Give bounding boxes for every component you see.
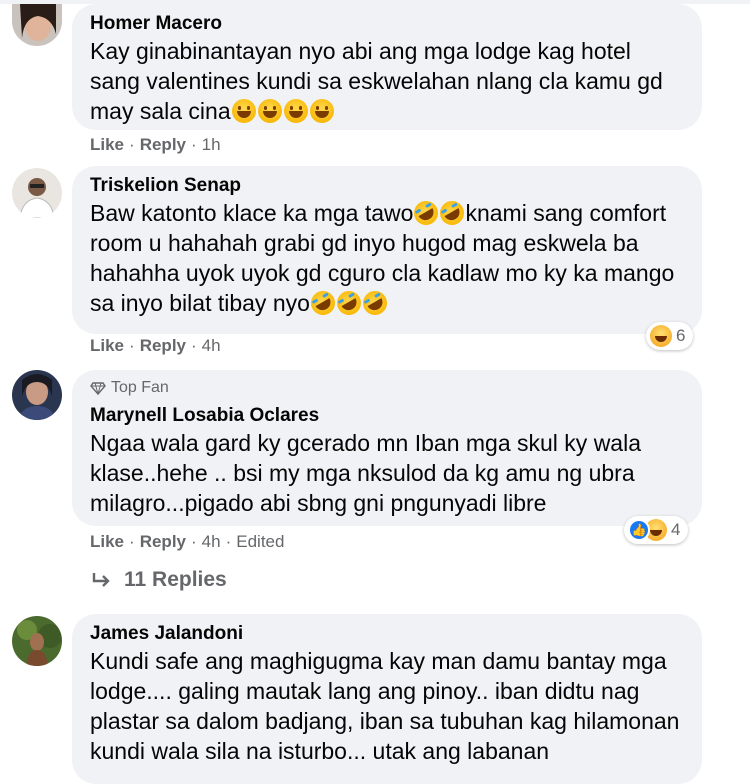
grinning-face-icon <box>283 99 308 123</box>
comment-text: Kundi safe ang maghigugma kay man damu b… <box>90 648 680 764</box>
haha-icon <box>650 325 672 347</box>
avatar[interactable] <box>12 616 62 666</box>
comment-bubble: Homer Macero Kay ginabinantayan nyo abi … <box>72 4 702 130</box>
timestamp[interactable]: 4h <box>202 336 221 356</box>
rolling-laughing-face-icon <box>436 196 469 230</box>
reply-button[interactable]: Reply <box>140 532 186 552</box>
avatar[interactable] <box>12 168 62 218</box>
like-button[interactable]: Like <box>90 135 124 155</box>
reaction-count: 6 <box>676 326 686 345</box>
timestamp[interactable]: 1h <box>202 135 221 155</box>
diamond-icon <box>90 382 106 396</box>
like-button[interactable]: Like <box>90 336 124 356</box>
edited-label[interactable]: Edited <box>236 532 284 552</box>
comment-bubble: Triskelion Senap Baw katonto klace ka mg… <box>72 166 702 334</box>
rolling-laughing-face-icon <box>306 286 340 320</box>
grinning-face-icon <box>309 99 334 123</box>
like-icon: 👍 <box>628 519 650 541</box>
comment-text: Kay ginabinantayan nyo abi ang mga lodge… <box>90 38 663 124</box>
comment-text: Ngaa wala gard ky gcerado mn Iban mga sk… <box>90 430 642 516</box>
comment-actions: Like · Reply · 1h <box>90 135 221 155</box>
grinning-face-icon <box>257 99 282 123</box>
like-button[interactable]: Like <box>90 532 124 552</box>
reply-button[interactable]: Reply <box>140 336 186 356</box>
reply-button[interactable]: Reply <box>140 135 186 155</box>
author-name[interactable]: Marynell Losabia Oclares <box>90 404 684 428</box>
comment-actions: Like · Reply · 4h <box>90 336 221 356</box>
timestamp[interactable]: 4h <box>202 532 221 552</box>
comment-text: Baw katonto klace ka mga tawo knami sang … <box>90 196 684 320</box>
author-name[interactable]: Triskelion Senap <box>90 174 684 198</box>
reaction-summary[interactable]: 👍 4 <box>624 516 689 544</box>
view-replies-link[interactable]: 11 Replies <box>92 568 227 592</box>
comment-bubble: Top Fan Marynell Losabia Oclares Ngaa wa… <box>72 370 702 526</box>
rolling-laughing-face-icon <box>332 286 366 320</box>
avatar[interactable] <box>12 4 62 46</box>
author-name[interactable]: Homer Macero <box>90 12 684 36</box>
reaction-count: 4 <box>671 520 681 539</box>
avatar[interactable] <box>12 370 62 420</box>
rolling-laughing-face-icon <box>410 196 443 230</box>
rolling-laughing-face-icon <box>358 286 392 320</box>
author-name[interactable]: James Jalandoni <box>90 622 684 646</box>
top-fan-badge: Top Fan <box>90 378 684 398</box>
comment-actions: Like · Reply · 4h · Edited <box>90 532 285 552</box>
reaction-summary[interactable]: 6 <box>646 322 694 350</box>
comment-bubble: James Jalandoni Kundi safe ang maghigugm… <box>72 614 702 784</box>
grinning-face-icon <box>231 99 256 123</box>
reply-arrow-icon <box>92 573 110 587</box>
